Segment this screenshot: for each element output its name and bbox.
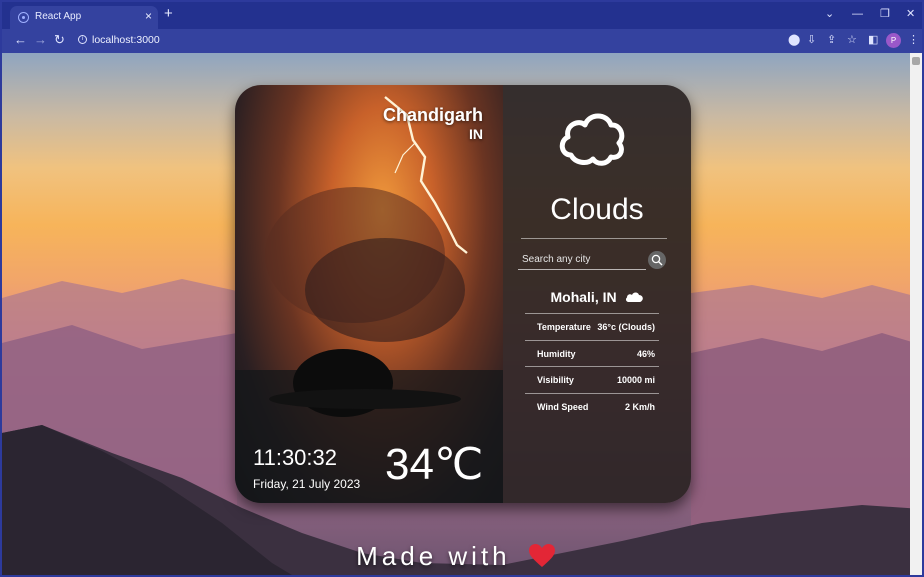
current-date: Friday, 21 July 2023 [253, 477, 361, 491]
browser-window: React App × + ⌄ — ❐ ✕ ← → ↻ i localhost:… [0, 0, 924, 577]
stat-label: Temperature [537, 322, 591, 332]
search-icon [651, 254, 663, 266]
stat-row-visibility: Visibility 10000 mi [525, 366, 659, 393]
cloud-icon [559, 113, 625, 166]
stat-row-humidity: Humidity 46% [525, 339, 659, 367]
install-icon[interactable]: ⇩ [807, 34, 816, 47]
address-bar: ← → ↻ i localhost:3000 ⬤ ⇩ ⇪ ☆ ◧ P ⋮ [2, 29, 922, 53]
restore-button[interactable]: ❐ [880, 7, 890, 21]
search-input[interactable] [518, 249, 646, 270]
footer-text: Made with [356, 541, 511, 571]
search-button[interactable] [648, 251, 666, 269]
country-code: IN [469, 126, 483, 142]
minimize-button[interactable]: — [852, 7, 863, 21]
menu-dots-icon[interactable]: ⋮ [908, 34, 919, 47]
stat-value: 36°c (Clouds) [597, 322, 655, 332]
tab-search-icon[interactable]: ⌄ [825, 7, 834, 21]
current-temperature: 34℃ [385, 440, 484, 489]
close-window-button[interactable]: ✕ [906, 7, 915, 21]
stat-value: 10000 mi [616, 375, 655, 385]
current-time: 11:30:32 [253, 445, 338, 470]
react-favicon-icon [18, 12, 29, 23]
tab-title: React App [35, 11, 82, 22]
weather-photo-panel: Chandigarh IN 11:30:32 Friday, 21 July 2… [235, 85, 503, 503]
vertical-scrollbar[interactable] [910, 53, 922, 575]
url-field[interactable]: localhost:3000 [92, 34, 160, 46]
location-icon[interactable]: ⬤ [788, 34, 800, 47]
tab-bar: React App × + ⌄ — ❐ ✕ [2, 2, 922, 29]
stat-label: Visibility [537, 375, 574, 385]
side-panel-icon[interactable]: ◧ [868, 34, 878, 47]
small-cloud-icon [625, 292, 643, 302]
stat-value: 46% [636, 348, 655, 359]
location-label: Mohali, IN [550, 289, 617, 305]
city-name: Chandigarh [382, 105, 483, 125]
bookmark-star-icon[interactable]: ☆ [847, 34, 857, 47]
site-info-icon[interactable]: i [78, 35, 87, 44]
stat-row-wind-speed: Wind Speed 2 Km/h [525, 392, 659, 420]
tab-close-button[interactable]: × [145, 9, 152, 23]
condition-label: Clouds [550, 193, 644, 226]
profile-avatar[interactable]: P [886, 33, 901, 48]
back-icon[interactable]: ← [14, 33, 27, 47]
stat-row-temperature: Temperature 36°c (Clouds) [525, 313, 659, 340]
heart-icon [528, 544, 555, 567]
location-row: Mohali, IN [503, 289, 691, 305]
reload-icon[interactable]: ↻ [54, 33, 65, 47]
stat-label: Wind Speed [537, 401, 589, 412]
browser-tab[interactable]: React App × [10, 6, 158, 29]
stat-label: Humidity [537, 348, 576, 359]
weather-card: Chandigarh IN 11:30:32 Friday, 21 July 2… [235, 85, 691, 503]
weather-stats-list: Temperature 36°c (Clouds) Humidity 46% V… [525, 313, 659, 419]
divider [521, 238, 667, 239]
page-viewport: Chandigarh IN 11:30:32 Friday, 21 July 2… [2, 53, 922, 575]
scrollbar-up-arrow[interactable] [912, 57, 920, 65]
stat-value: 2 Km/h [624, 401, 655, 412]
new-tab-button[interactable]: + [164, 6, 173, 22]
share-icon[interactable]: ⇪ [827, 34, 836, 47]
footer: Made with [2, 541, 910, 572]
forward-icon[interactable]: → [34, 33, 47, 47]
